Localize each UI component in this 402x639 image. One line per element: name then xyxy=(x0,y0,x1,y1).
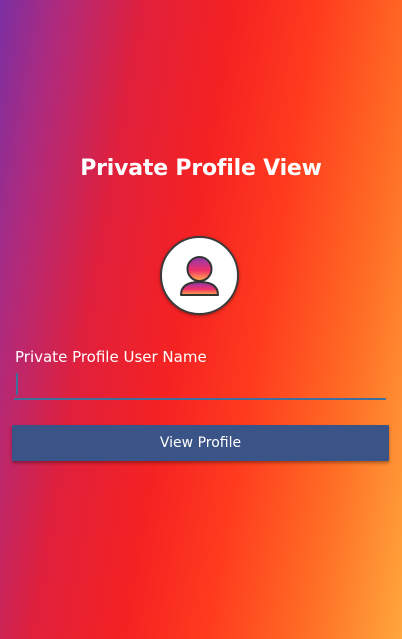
text-caret xyxy=(16,373,18,395)
username-label: Private Profile User Name xyxy=(15,348,207,366)
view-profile-button[interactable]: View Profile xyxy=(12,425,389,461)
username-field-container xyxy=(14,370,386,400)
avatar xyxy=(160,236,239,315)
user-profile-icon xyxy=(180,256,219,296)
username-input[interactable] xyxy=(14,370,386,398)
app-screen: Private Profile View Private Profile Use… xyxy=(0,0,402,639)
page-title: Private Profile View xyxy=(80,156,322,181)
